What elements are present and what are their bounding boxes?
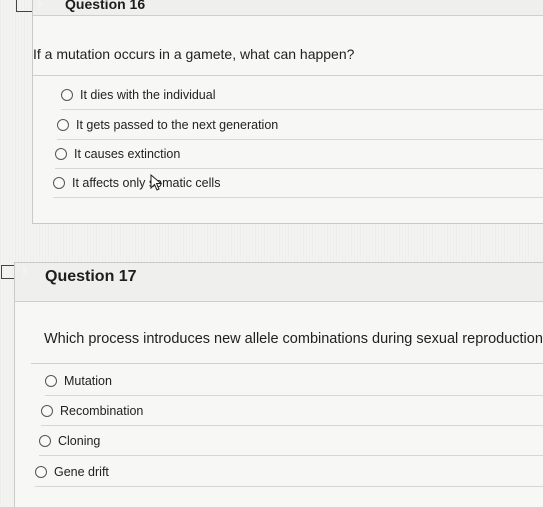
mouse-pointer-icon [150,174,163,191]
radio-icon[interactable] [39,435,51,447]
radio-icon[interactable] [53,177,65,189]
question-text: If a mutation occurs in a gamete, what c… [33,46,355,62]
option-q17-4[interactable]: Gene drift [35,458,543,487]
divider [31,363,543,364]
radio-icon[interactable] [55,148,67,160]
radio-icon[interactable] [45,375,57,387]
option-label: It affects only somatic cells [72,176,221,190]
option-label: Recombination [60,404,144,418]
radio-icon[interactable] [61,89,73,101]
question-card-17: Question 17 Which process introduces new… [14,262,543,507]
option-label: It dies with the individual [80,88,216,102]
divider [33,75,543,76]
option-label: It gets passed to the next generation [76,118,279,132]
quiz-page: Question 16 If a mutation occurs in a ga… [0,0,543,507]
question-text: Which process introduces new allele comb… [44,331,543,347]
option-q16-1[interactable]: It dies with the individual [61,81,543,110]
question-header: Question 17 [15,263,543,302]
radio-icon[interactable] [57,119,69,131]
option-label: Cloning [58,434,101,448]
option-q16-3[interactable]: It causes extinction [55,140,543,169]
option-label: It causes extinction [74,147,181,161]
question-header: Question 16 [33,0,543,16]
question-card-16: Question 16 If a mutation occurs in a ga… [32,0,543,224]
question-title: Question 17 [45,268,137,285]
option-q16-2[interactable]: It gets passed to the next generation [57,111,543,140]
question-title: Question 16 [65,0,146,12]
radio-icon[interactable] [41,405,53,417]
radio-icon[interactable] [35,466,47,478]
option-q17-2[interactable]: Recombination [41,397,543,426]
option-q17-1[interactable]: Mutation [45,367,543,396]
option-q17-3[interactable]: Cloning [39,427,543,456]
option-q16-4[interactable]: It affects only somatic cells [53,169,543,198]
option-label: Gene drift [54,465,109,479]
option-label: Mutation [64,374,112,388]
